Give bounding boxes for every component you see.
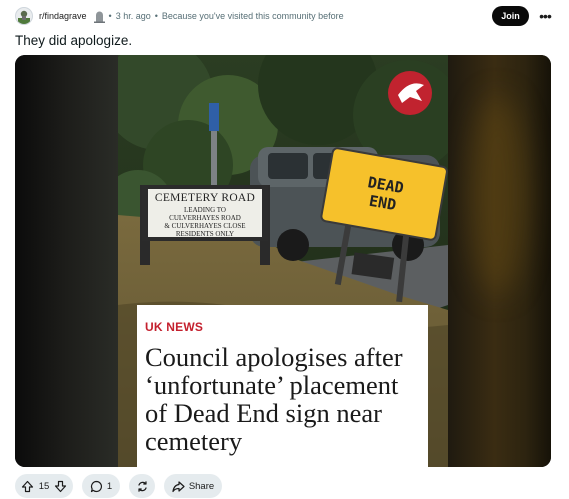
cemetery-sign-line3: CULVERHAYES ROAD [169,214,241,222]
dead-end-line2: END [367,191,398,215]
cemetery-road-sign: CEMETERY ROAD LEADING TO CULVERHAYES ROA… [148,189,262,238]
comments-button[interactable]: 1 [82,474,120,498]
cemetery-sign-line2: LEADING TO [184,206,226,214]
separator-dot: • [108,11,112,21]
subreddit-name[interactable]: r/findagrave [39,11,87,21]
vote-control: 15 [15,474,73,498]
vote-count: 15 [38,480,50,492]
share-button[interactable]: Share [164,474,222,498]
comment-count: 1 [106,480,113,492]
separator-dot: • [154,11,158,21]
arrow-up-icon[interactable] [21,480,34,493]
arrow-down-icon[interactable] [54,480,67,493]
share-arrow-icon [172,480,185,493]
recommendation-reason: Because you've visited this community be… [161,11,344,21]
media-blur-left [15,55,118,467]
media-blur-right [448,55,551,467]
cemetery-sign-line1: CEMETERY ROAD [154,192,256,204]
post-action-bar: 15 1 Share [15,474,222,498]
cemetery-sign-line5: RESIDENTS ONLY [175,230,235,238]
speech-bubble-icon [90,480,103,493]
news-caption-card: UK NEWS Council apologises after ‘unfort… [137,305,428,467]
gravestone-avatar-icon [18,10,30,24]
refresh-icon [136,480,149,493]
post-title[interactable]: They did apologize. [15,33,132,48]
cemetery-sign-line4: & CULVERHAYES CLOSE [164,222,246,230]
crosspost-button[interactable] [129,474,155,498]
join-button[interactable]: Join [492,6,529,26]
news-section-label: UK NEWS [145,320,204,334]
post-time: 3 hr. ago [115,11,151,21]
subreddit-avatar[interactable] [15,7,33,25]
news-headline: Council apologises after ‘unfortunate’ p… [145,342,403,456]
post-media[interactable]: CEMETERY ROAD LEADING TO CULVERHAYES ROA… [15,55,551,467]
gravestone-icon [93,10,105,23]
share-label: Share [188,480,215,492]
post-header: r/findagrave • 3 hr. ago • Because you'v… [15,6,555,26]
more-options-icon[interactable]: ••• [535,6,555,26]
